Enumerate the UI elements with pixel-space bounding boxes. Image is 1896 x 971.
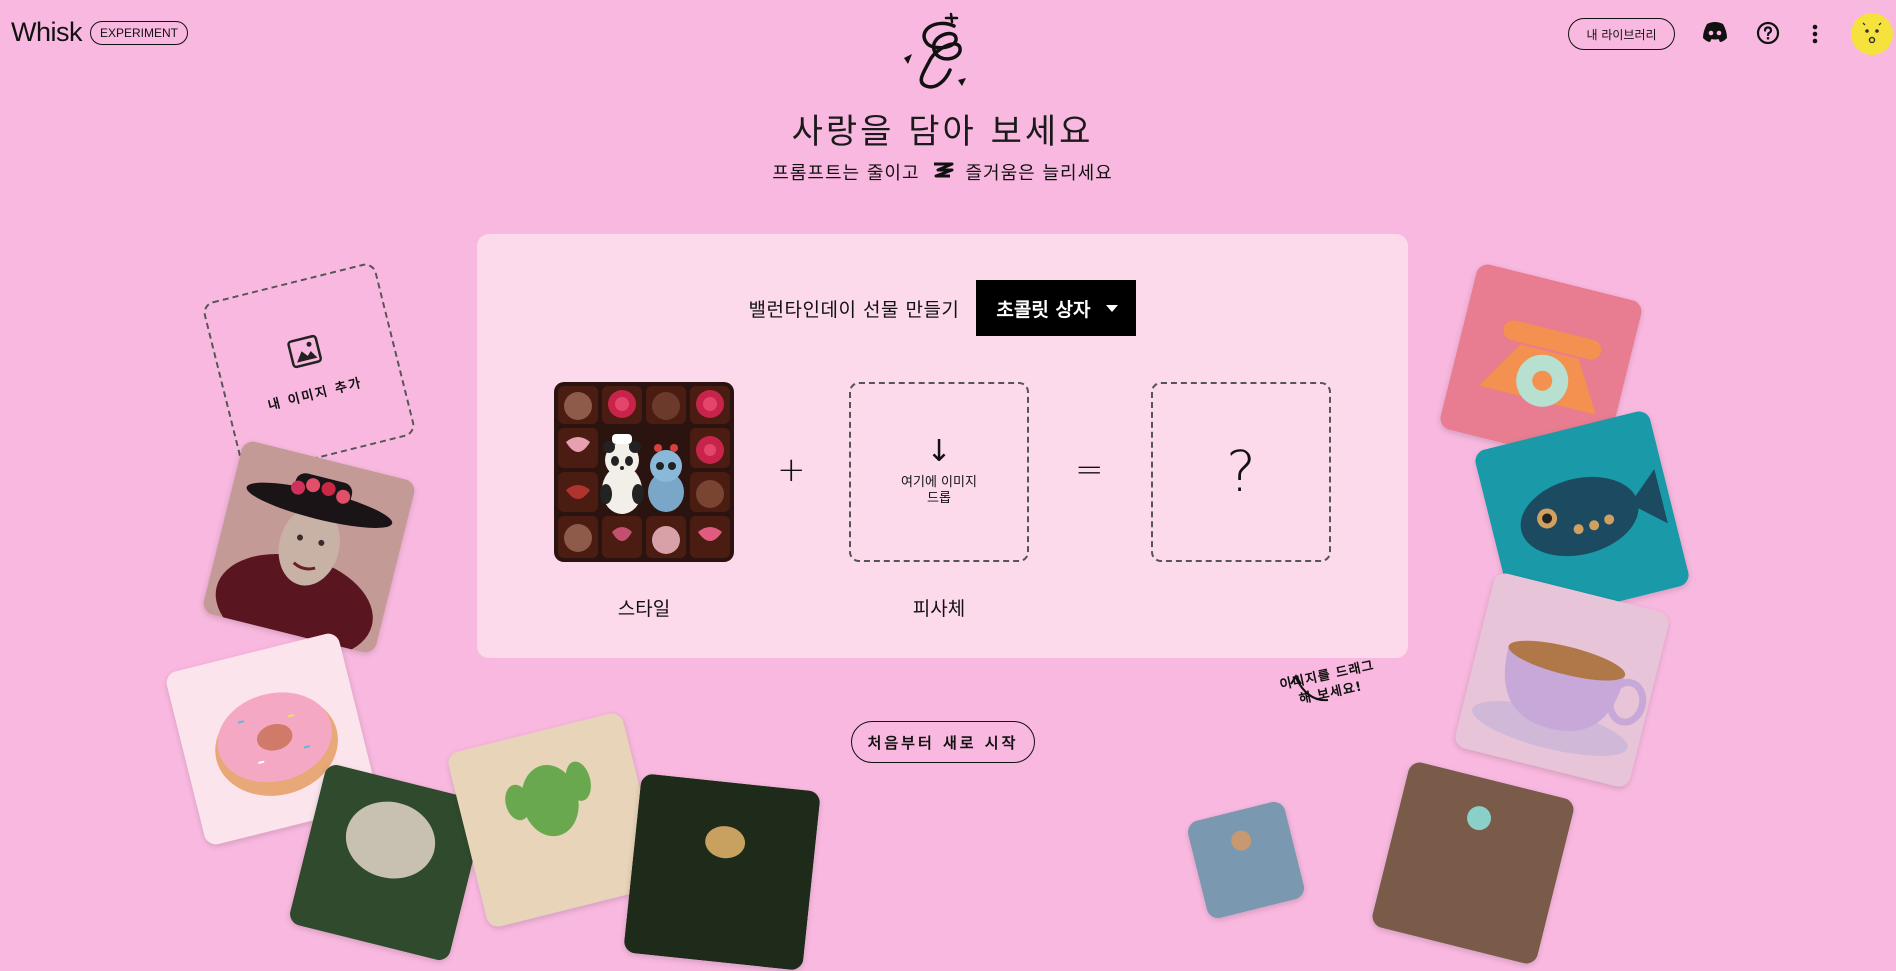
arrow-down-icon: ↓ [926,434,952,469]
plus-operator: + [777,450,806,490]
dropdown-value: 초콜릿 상자 [996,298,1091,321]
discord-icon[interactable] [1702,21,1728,47]
gallery-card-vampire[interactable] [201,439,417,655]
style-label: 스타일 [617,598,671,620]
gallery-card-robot[interactable] [1369,759,1577,967]
drop-text: 여기에 이미지 드롭 [901,475,977,507]
prompt-label: 밸런타인데이 선물 만들기 [748,298,960,321]
subtitle-right: 즐거움은 늘리세요 [965,163,1113,184]
result-slot: ? [1151,382,1331,562]
subtitle-left: 프롬프트는 줄이고 [772,163,920,184]
gallery-card-partial[interactable] [1185,799,1307,921]
composer-panel: 밸런타인데이 선물 만들기 초콜릿 상자 + ↓ 여기에 이미지 드롭 = ? … [477,234,1408,658]
scribble-icon [932,161,954,184]
add-image-card[interactable]: 내 이미지 추가 [201,261,417,477]
caret-down-icon [1106,304,1119,312]
my-library-button[interactable]: 내 라이브러리 [1568,18,1675,50]
style-image[interactable] [554,382,734,562]
header-left: Whisk EXPERIMENT [11,17,189,48]
gallery-card-teacup[interactable] [1452,570,1672,790]
more-vertical-icon[interactable] [1810,22,1820,50]
help-icon[interactable] [1756,21,1780,49]
whisk-logo-icon [896,8,982,96]
subtitle: 프롬프트는 줄이고 즐거움은 늘리세요 [0,159,1885,185]
equals-operator: = [1075,450,1104,490]
drop-text-line2: 드롭 [927,491,951,506]
restart-button[interactable]: 처음부터 새로 시작 [851,721,1035,763]
subject-label: 피사체 [912,598,966,620]
gallery-card-dark[interactable] [623,773,821,971]
avatar[interactable] [1851,13,1893,55]
subject-drop-zone[interactable]: ↓ 여기에 이미지 드롭 [849,382,1029,562]
page-title: 사랑을 담아 보세요 [791,112,1094,152]
drop-text-line1: 여기에 이미지 [901,475,977,490]
add-image-label: 내 이미지 추가 [266,375,365,414]
question-mark-icon: ? [1226,439,1256,505]
brand-logo[interactable]: Whisk [11,17,83,48]
prompt-row: 밸런타인데이 선물 만들기 초콜릿 상자 [477,280,1408,336]
gift-type-dropdown[interactable]: 초콜릿 상자 [976,280,1137,336]
experiment-badge: EXPERIMENT [90,20,189,45]
image-icon [285,333,324,374]
